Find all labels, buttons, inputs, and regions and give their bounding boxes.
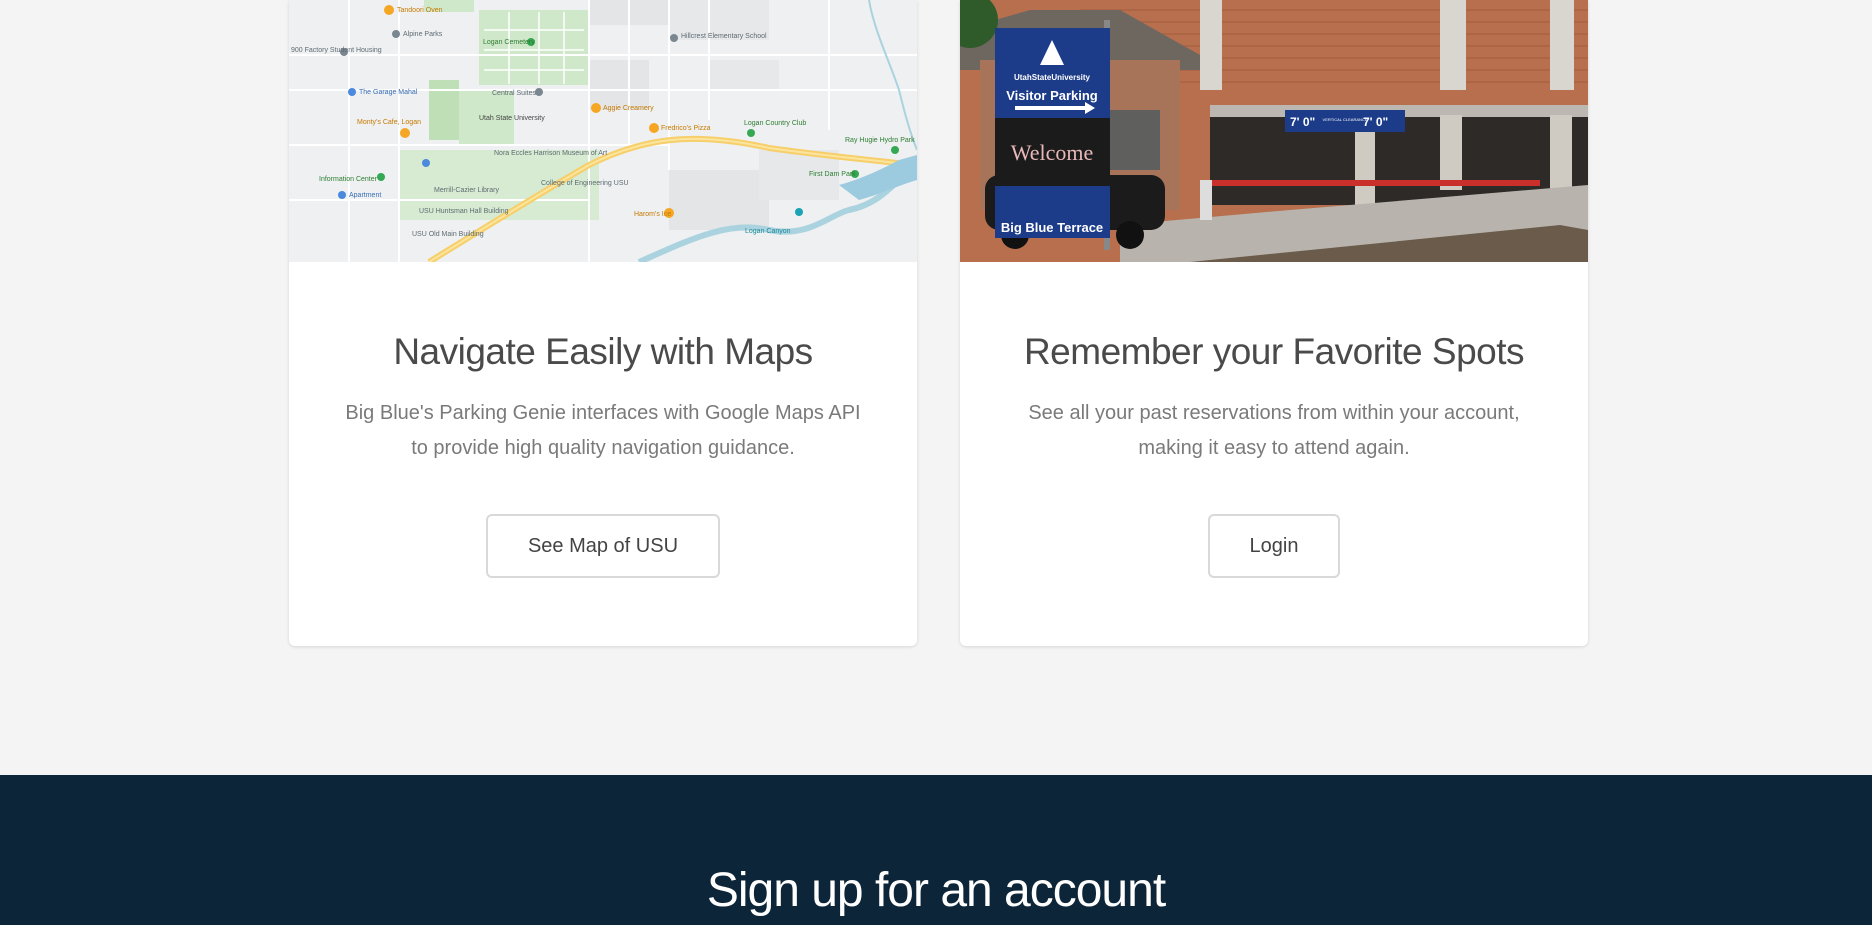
sign-university: UtahStateUniversity: [1014, 73, 1091, 82]
map-label-huntsman: USU Huntsman Hall Building: [419, 208, 509, 215]
map-label-info: Information Center: [319, 176, 378, 183]
card-title-maps: Navigate Easily with Maps: [393, 331, 813, 372]
sign-visitor-parking: Visitor Parking: [1006, 88, 1098, 103]
map-label-canyon: Logan Canyon: [745, 228, 791, 235]
map-label-apartments: Apartment: [349, 192, 381, 199]
sign-big-blue-terrace: Big Blue Terrace: [1001, 220, 1103, 235]
parking-garage-photo: UtahStateUniversity Visitor Parking Big …: [960, 0, 1588, 262]
signup-section: Sign up for an account: [0, 775, 1872, 925]
map-label-country-club: Logan Country Club: [744, 120, 806, 127]
card-body-favorites: Remember your Favorite Spots See all you…: [960, 262, 1588, 578]
map-illustration: Tandoori Oven Alpine Parks 900 Factory S…: [289, 0, 917, 262]
map-label-cemetery: Logan Cemetery: [483, 39, 535, 46]
clearance-label: VERTICAL CLEARANCE: [1323, 117, 1368, 122]
map-label-oldmain: USU Old Main Building: [412, 231, 484, 238]
map-label-tandoori: Tandoori Oven: [397, 7, 443, 14]
signup-title: Sign up for an account: [706, 864, 1166, 917]
map-label-garage: The Garage Mahal: [359, 89, 418, 96]
feature-card-maps: Tandoori Oven Alpine Parks 900 Factory S…: [289, 0, 917, 646]
map-label-monty: Monty's Cafe, Logan: [357, 119, 421, 126]
sign-welcome: Welcome: [1011, 140, 1094, 165]
card-text-favorites: See all your past reservations from with…: [1028, 402, 1520, 459]
map-image: Tandoori Oven Alpine Parks 900 Factory S…: [289, 0, 917, 262]
map-label-aggie: Aggie Creamery: [603, 105, 654, 112]
card-title-favorites: Remember your Favorite Spots: [1023, 331, 1525, 372]
map-label-college: College of Engineering USU: [541, 180, 629, 187]
feature-card-favorites: UtahStateUniversity Visitor Parking Big …: [960, 0, 1588, 646]
map-label-factory: 900 Factory Student Housing: [291, 47, 382, 54]
clearance-left: 7' 0": [1290, 115, 1315, 129]
garage-illustration: UtahStateUniversity Visitor Parking Big …: [960, 0, 1588, 262]
features-section: Tandoori Oven Alpine Parks 900 Factory S…: [0, 0, 1872, 775]
map-label-haroons: Harom's Ice: [634, 211, 671, 218]
map-label-library: Merrill-Cazier Library: [434, 187, 499, 194]
see-map-button[interactable]: See Map of USU: [485, 514, 721, 578]
map-label-fredricos: Fredrico's Pizza: [661, 125, 711, 132]
map-label-suites: Central Suites: [492, 90, 536, 97]
map-label-alpine: Alpine Parks: [403, 31, 443, 38]
map-label-nora: Nora Eccles Harrison Museum of Art: [494, 150, 607, 157]
map-label-ray: Ray Hugie Hydro Park: [845, 137, 915, 144]
map-label-hillcrest: Hillcrest Elementary School: [681, 33, 767, 40]
map-label-usu: Utah State University: [479, 115, 545, 122]
login-button[interactable]: Login: [1207, 514, 1341, 578]
map-label-firstdam: First Dam Park: [809, 171, 856, 178]
card-body-maps: Navigate Easily with Maps Big Blue's Par…: [289, 262, 917, 578]
card-text-maps: Big Blue's Parking Genie interfaces with…: [345, 402, 861, 459]
